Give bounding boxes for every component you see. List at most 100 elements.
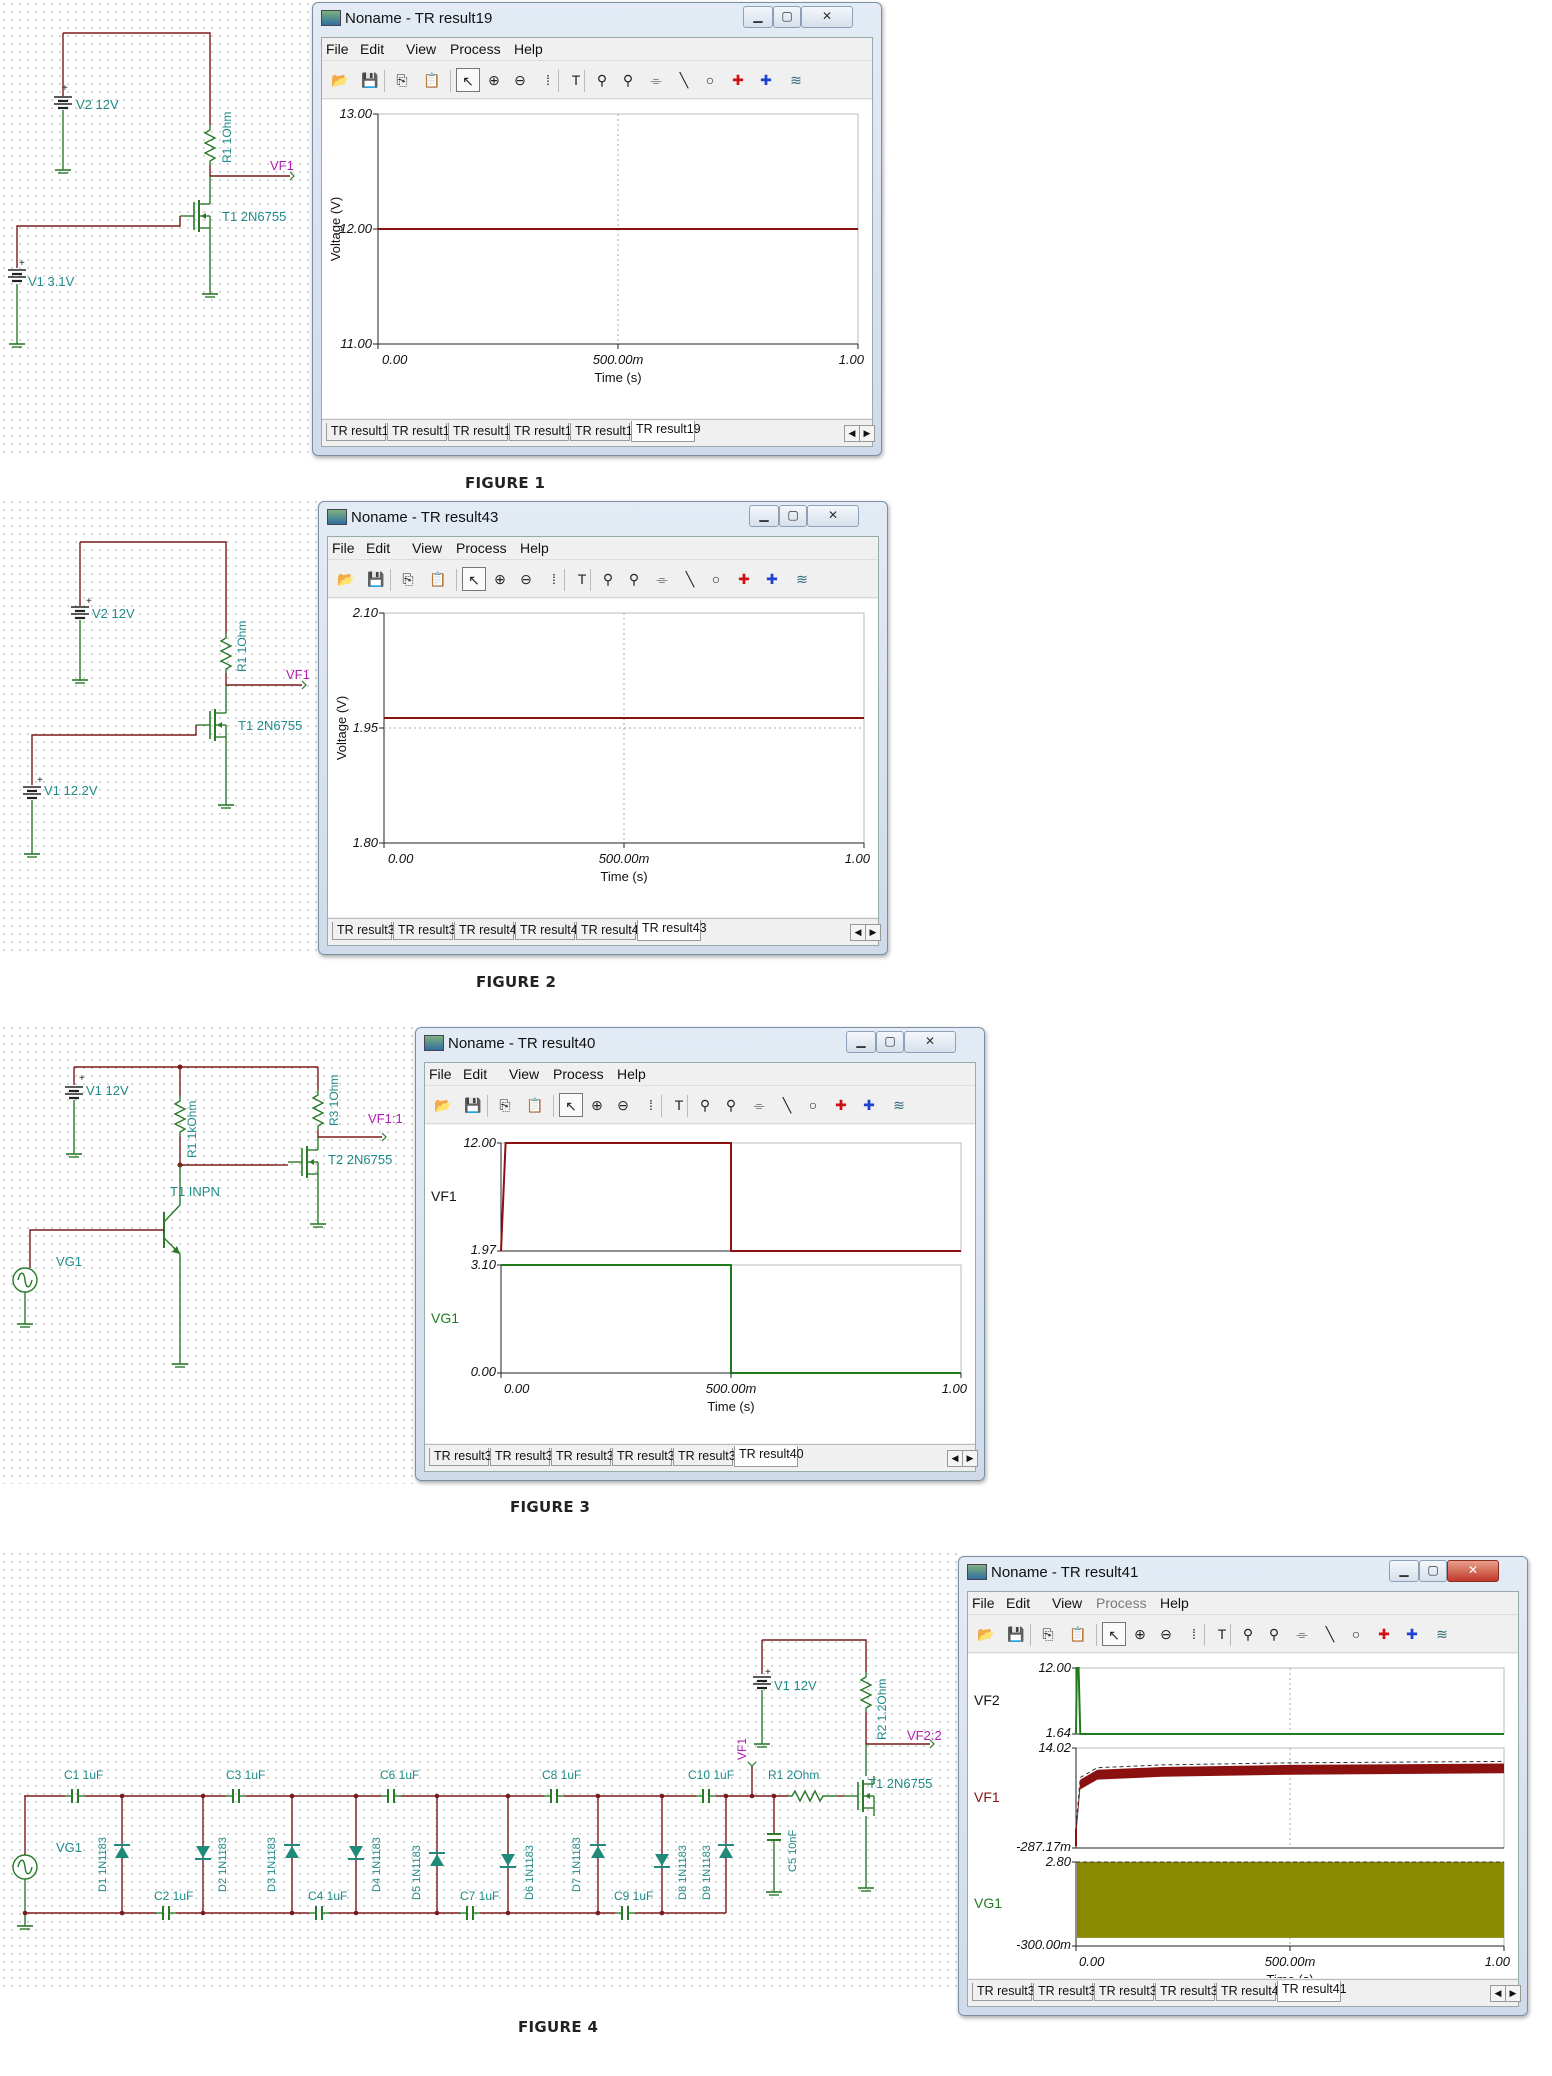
plot-area[interactable]: 2.10 1.95 1.80 0.00 500.00m 1.00 Time (s) Volta… <box>328 599 878 917</box>
tab-result[interactable]: TR result37 <box>551 1448 621 1466</box>
crosshair-red-button[interactable]: ✚ <box>829 1093 853 1117</box>
plot-area[interactable]: 12.00 1.97 VF1 3.10 0.00 VG1 0.00 500.00m 1.00 Ti… <box>425 1125 975 1443</box>
tab-result[interactable]: TR result38 <box>1094 1983 1164 2001</box>
menu-process[interactable]: Process <box>553 1066 604 1082</box>
cursor-b-button[interactable]: ⚲ <box>622 567 646 591</box>
tab-scroll-left-button[interactable]: ◀ <box>947 1450 963 1467</box>
pointer-button[interactable]: ↖ <box>456 68 480 92</box>
title-bar[interactable]: Noname - TR result43 ▁ ▢ ✕ <box>319 502 887 532</box>
circle-button[interactable]: ○ <box>698 68 722 92</box>
waves-button[interactable]: ≋ <box>784 68 808 92</box>
paste-button[interactable]: 📋 <box>1066 1622 1090 1646</box>
tab-result[interactable]: TR result39 <box>673 1448 743 1466</box>
maximize-button[interactable]: ▢ <box>876 1031 904 1053</box>
close-button[interactable]: ✕ <box>807 505 859 527</box>
tab-result[interactable]: TR result19 <box>631 421 701 442</box>
grid-button[interactable]: ⁞ <box>542 567 566 591</box>
tab-result[interactable]: TR result43 <box>637 920 707 941</box>
save-button[interactable]: 💾 <box>461 1093 485 1117</box>
tab-result[interactable]: TR result18 <box>570 423 640 441</box>
analyzer-window[interactable]: Noname - TR result43 ▁ ▢ ✕ File Edit View Proce… <box>318 501 888 955</box>
analyzer-window[interactable]: Noname - TR result19 ▁ ▢ ✕ File Edit View Proce… <box>312 2 882 456</box>
cursor-a-button[interactable]: ⚲ <box>590 68 614 92</box>
waves-button[interactable]: ≋ <box>887 1093 911 1117</box>
minimize-button[interactable]: ▁ <box>749 505 779 527</box>
zoom-in-button[interactable]: ⊕ <box>488 567 512 591</box>
menu-help[interactable]: Help <box>514 41 543 57</box>
zoom-out-button[interactable]: ⊖ <box>514 567 538 591</box>
waves-button[interactable]: ≋ <box>1430 1622 1454 1646</box>
cursor-a-button[interactable]: ⚲ <box>693 1093 717 1117</box>
tab-result[interactable]: TR result14 <box>326 423 396 441</box>
menu-view[interactable]: View <box>412 540 442 556</box>
line-button[interactable]: ╲ <box>775 1093 799 1117</box>
tab-result[interactable]: TR result39 <box>393 922 463 940</box>
menu-process[interactable]: Process <box>450 41 501 57</box>
open-button[interactable]: 📂 <box>334 567 358 591</box>
cursor-c-button[interactable]: ⌯ <box>650 567 674 591</box>
copy-button[interactable]: ⎘ <box>1036 1622 1060 1646</box>
menu-help[interactable]: Help <box>520 540 549 556</box>
menu-view[interactable]: View <box>1052 1595 1082 1611</box>
title-bar[interactable]: Noname - TR result40 ▁ ▢ ✕ <box>416 1028 984 1058</box>
paste-button[interactable]: 📋 <box>420 68 444 92</box>
circle-button[interactable]: ○ <box>801 1093 825 1117</box>
tab-result[interactable]: TR result39 <box>1155 1983 1225 2001</box>
analyzer-window[interactable]: Noname - TR result40 ▁ ▢ ✕ File Edit View Proce… <box>415 1027 985 1481</box>
menu-edit[interactable]: Edit <box>360 41 384 57</box>
tab-scroll-right-button[interactable]: ▶ <box>1505 1985 1521 2002</box>
zoom-in-button[interactable]: ⊕ <box>585 1093 609 1117</box>
tab-result[interactable]: TR result16 <box>448 423 518 441</box>
copy-button[interactable]: ⎘ <box>390 68 414 92</box>
analyzer-window[interactable]: Noname - TR result41 ▁ ▢ ✕ File Edit View Proce… <box>958 1556 1528 2016</box>
crosshair-red-button[interactable]: ✚ <box>726 68 750 92</box>
menu-view[interactable]: View <box>509 1066 539 1082</box>
menu-file[interactable]: File <box>332 540 355 556</box>
menu-file[interactable]: File <box>429 1066 452 1082</box>
grid-button[interactable]: ⁞ <box>639 1093 663 1117</box>
tab-scroll-right-button[interactable]: ▶ <box>865 924 881 941</box>
grid-button[interactable]: ⁞ <box>1182 1622 1206 1646</box>
plot-area[interactable]: 13.00 12.00 11.00 0.00 500.00m 1.00 Time (s) Vo… <box>322 100 872 418</box>
tab-result[interactable]: TR result17 <box>509 423 579 441</box>
cursor-c-button[interactable]: ⌯ <box>644 68 668 92</box>
cursor-b-button[interactable]: ⚲ <box>719 1093 743 1117</box>
cursor-a-button[interactable]: ⚲ <box>1236 1622 1260 1646</box>
close-button[interactable]: ✕ <box>1447 1560 1499 1582</box>
tab-result[interactable]: TR result38 <box>612 1448 682 1466</box>
paste-button[interactable]: 📋 <box>426 567 450 591</box>
tab-result[interactable]: TR result40 <box>454 922 524 940</box>
paste-button[interactable]: 📋 <box>523 1093 547 1117</box>
menu-edit[interactable]: Edit <box>463 1066 487 1082</box>
menu-view[interactable]: View <box>406 41 436 57</box>
save-button[interactable]: 💾 <box>364 567 388 591</box>
cursor-b-button[interactable]: ⚲ <box>616 68 640 92</box>
minimize-button[interactable]: ▁ <box>846 1031 876 1053</box>
save-button[interactable]: 💾 <box>1004 1622 1028 1646</box>
crosshair-blue-button[interactable]: ✚ <box>857 1093 881 1117</box>
copy-button[interactable]: ⎘ <box>396 567 420 591</box>
save-button[interactable]: 💾 <box>358 68 382 92</box>
zoom-out-button[interactable]: ⊖ <box>611 1093 635 1117</box>
plot-area[interactable]: 12.00 1.64 VF2 14.02 -287.17m VF1 2.80 -300.00m… <box>968 1654 1518 1978</box>
menu-help[interactable]: Help <box>1160 1595 1189 1611</box>
tab-scroll-left-button[interactable]: ◀ <box>850 924 866 941</box>
maximize-button[interactable]: ▢ <box>1419 1560 1447 1582</box>
close-button[interactable]: ✕ <box>904 1031 956 1053</box>
open-button[interactable]: 📂 <box>328 68 352 92</box>
cursor-c-button[interactable]: ⌯ <box>1290 1622 1314 1646</box>
tab-result[interactable]: TR result41 <box>515 922 585 940</box>
zoom-out-button[interactable]: ⊖ <box>508 68 532 92</box>
line-button[interactable]: ╲ <box>1318 1622 1342 1646</box>
maximize-button[interactable]: ▢ <box>779 505 807 527</box>
menu-edit[interactable]: Edit <box>1006 1595 1030 1611</box>
waves-button[interactable]: ≋ <box>790 567 814 591</box>
crosshair-red-button[interactable]: ✚ <box>732 567 756 591</box>
tab-result[interactable]: TR result40 <box>734 1446 804 1467</box>
crosshair-red-button[interactable]: ✚ <box>1372 1622 1396 1646</box>
tab-result[interactable]: TR result15 <box>387 423 457 441</box>
menu-file[interactable]: File <box>972 1595 995 1611</box>
open-button[interactable]: 📂 <box>974 1622 998 1646</box>
menu-edit[interactable]: Edit <box>366 540 390 556</box>
pointer-button[interactable]: ↖ <box>1102 1622 1126 1646</box>
